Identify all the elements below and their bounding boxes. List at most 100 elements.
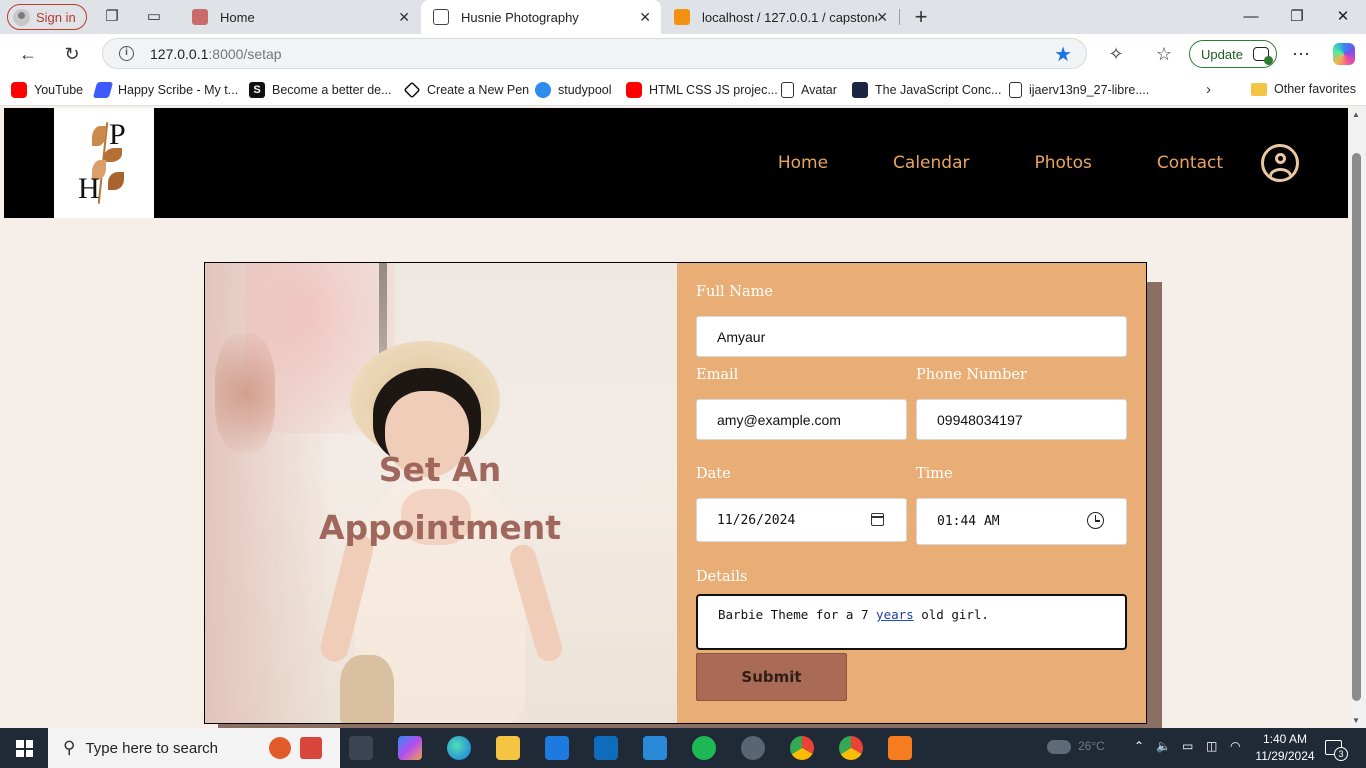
- chevron-up-icon[interactable]: ⌃: [1134, 739, 1144, 753]
- javascript-icon: [852, 82, 868, 98]
- windows-taskbar: ⚲ Type here to search 26°C ⌃ 🔈 ▭ ◫ ◠ 1:4…: [0, 728, 1366, 768]
- update-button[interactable]: Update: [1189, 40, 1277, 68]
- calendar-icon[interactable]: [871, 513, 884, 526]
- codepen-icon: [403, 81, 421, 99]
- bookmark-label: Happy Scribe - My t...: [118, 83, 239, 97]
- favorite-star-icon[interactable]: ★: [1054, 42, 1072, 67]
- tab-husnie-photography[interactable]: Husnie Photography ✕: [421, 0, 661, 34]
- date-value: 11/26/2024: [717, 512, 796, 528]
- full-name-input[interactable]: Amyaur: [696, 316, 1127, 357]
- copilot-icon[interactable]: [1333, 43, 1355, 65]
- site-logo[interactable]: P H: [54, 108, 154, 218]
- url-text[interactable]: 127.0.0.1:8000/setap: [150, 46, 282, 62]
- date-input[interactable]: 11/26/2024: [696, 498, 907, 542]
- user-profile-icon[interactable]: [1261, 144, 1299, 182]
- submit-button[interactable]: Submit: [696, 653, 847, 701]
- phone-value: 09948034197: [937, 411, 1023, 428]
- profile-avatar-icon: [13, 8, 30, 26]
- windows-start-icon[interactable]: [16, 740, 33, 757]
- favorites-icon[interactable]: ☆: [1153, 43, 1175, 65]
- close-tab-icon[interactable]: ✕: [876, 9, 888, 26]
- nav-contact[interactable]: Contact: [1157, 153, 1223, 173]
- bookmark-html-css-js[interactable]: HTML CSS JS projec...: [626, 82, 778, 98]
- chevron-right-icon[interactable]: ›: [1206, 81, 1211, 98]
- youtube-icon: [626, 82, 642, 98]
- youtube-icon: [11, 82, 27, 98]
- site-info-icon[interactable]: i: [119, 46, 134, 61]
- minimize-icon[interactable]: —: [1240, 6, 1262, 28]
- time-input[interactable]: 01:44 AM: [916, 498, 1127, 545]
- other-favorites[interactable]: Other favorites: [1251, 82, 1356, 96]
- xampp-icon[interactable]: [888, 736, 912, 760]
- edge-icon[interactable]: [447, 736, 471, 760]
- bookmark-label: studypool: [558, 83, 612, 97]
- back-icon[interactable]: ←: [17, 43, 39, 65]
- address-bar[interactable]: i 127.0.0.1:8000/setap ★: [102, 38, 1087, 69]
- vscode-icon[interactable]: [643, 736, 667, 760]
- scrollbar-thumb[interactable]: [1352, 153, 1361, 701]
- file-explorer-icon[interactable]: [496, 736, 520, 760]
- copilot-taskbar-icon[interactable]: [398, 736, 422, 760]
- bookmark-ijaerv[interactable]: ijaerv13n9_27-libre....: [1009, 82, 1149, 98]
- bookmark-javascript-concepts[interactable]: The JavaScript Conc...: [852, 82, 1001, 98]
- notifications-icon[interactable]: 3: [1325, 740, 1348, 761]
- clock-date: 11/29/2024: [1255, 749, 1315, 763]
- outlook-icon[interactable]: [594, 736, 618, 760]
- new-tab-icon[interactable]: +: [912, 6, 930, 28]
- appointment-title: Set An Appointment: [318, 450, 562, 547]
- battery-icon[interactable]: ▭: [1182, 739, 1193, 753]
- bookmark-happy-scribe[interactable]: Happy Scribe - My t...: [92, 82, 239, 98]
- tab-actions-icon[interactable]: ▭: [145, 8, 163, 26]
- close-tab-icon[interactable]: ✕: [639, 9, 651, 26]
- scroll-down-icon[interactable]: ▼: [1352, 716, 1360, 725]
- site-header: P H Home Calendar Photos Contact: [4, 108, 1348, 218]
- workspaces-icon[interactable]: ❐: [103, 8, 121, 26]
- bookmark-avatar[interactable]: Avatar: [781, 82, 837, 98]
- more-menu-icon[interactable]: ⋯: [1290, 43, 1312, 65]
- logo-leaf: [108, 172, 124, 190]
- page-scrollbar[interactable]: ▲ ▼: [1348, 107, 1366, 728]
- nav-home[interactable]: Home: [778, 153, 828, 173]
- clock-icon[interactable]: [1087, 512, 1104, 529]
- tab-home[interactable]: Home ✕: [180, 0, 420, 34]
- bookmark-youtube[interactable]: YouTube: [11, 82, 83, 98]
- spotify-icon[interactable]: [692, 736, 716, 760]
- taskbar-clock[interactable]: 1:40 AM 11/29/2024: [1254, 731, 1316, 765]
- meet-now-icon[interactable]: ◫: [1206, 739, 1217, 753]
- details-textarea[interactable]: Barbie Theme for a 7 years old girl.: [696, 594, 1127, 650]
- extensions-icon[interactable]: ✧: [1105, 43, 1127, 65]
- sign-in-button[interactable]: Sign in: [7, 4, 87, 30]
- volume-icon[interactable]: 🔈: [1156, 739, 1171, 753]
- email-input[interactable]: amy@example.com: [696, 399, 907, 440]
- nav-photos[interactable]: Photos: [1035, 153, 1092, 173]
- browser-health-icon: [1252, 47, 1273, 65]
- settings-icon[interactable]: [741, 736, 765, 760]
- microsoft-store-icon[interactable]: [545, 736, 569, 760]
- phone-input[interactable]: 09948034197: [916, 399, 1127, 440]
- restore-icon[interactable]: ❐: [1286, 6, 1308, 28]
- refresh-icon[interactable]: ↻: [61, 43, 83, 65]
- chrome-profile-icon[interactable]: [839, 736, 863, 760]
- task-view-icon[interactable]: [349, 736, 373, 760]
- close-tab-icon[interactable]: ✕: [398, 9, 410, 26]
- bookmark-label: Avatar: [801, 83, 837, 97]
- weather-temperature[interactable]: 26°C: [1078, 739, 1105, 753]
- clock-time: 1:40 AM: [1262, 732, 1308, 746]
- spellcheck-word[interactable]: years: [876, 607, 914, 622]
- scroll-up-icon[interactable]: ▲: [1352, 110, 1360, 119]
- bookmark-become-better-dev[interactable]: S Become a better de...: [249, 82, 392, 98]
- bookmark-codepen[interactable]: Create a New Pen: [403, 81, 529, 99]
- close-window-icon[interactable]: ✕: [1332, 6, 1354, 28]
- url-host: 127.0.0.1: [150, 46, 209, 62]
- appointment-card: Set An Appointment Full Name Amyaur Emai…: [204, 262, 1147, 724]
- tab-phpmyadmin[interactable]: localhost / 127.0.0.1 / capstonelas ✕: [662, 0, 898, 34]
- happy-scribe-icon: [92, 82, 114, 98]
- taskbar-search[interactable]: ⚲ Type here to search: [48, 728, 340, 768]
- details-text: Barbie Theme for a 7: [718, 607, 877, 622]
- weather-icon[interactable]: [1047, 740, 1071, 754]
- chrome-icon[interactable]: [790, 736, 814, 760]
- details-label: Details: [696, 569, 748, 585]
- nav-calendar[interactable]: Calendar: [893, 153, 969, 173]
- bookmark-studypool[interactable]: studypool: [535, 82, 612, 98]
- wifi-icon[interactable]: ◠: [1230, 739, 1240, 753]
